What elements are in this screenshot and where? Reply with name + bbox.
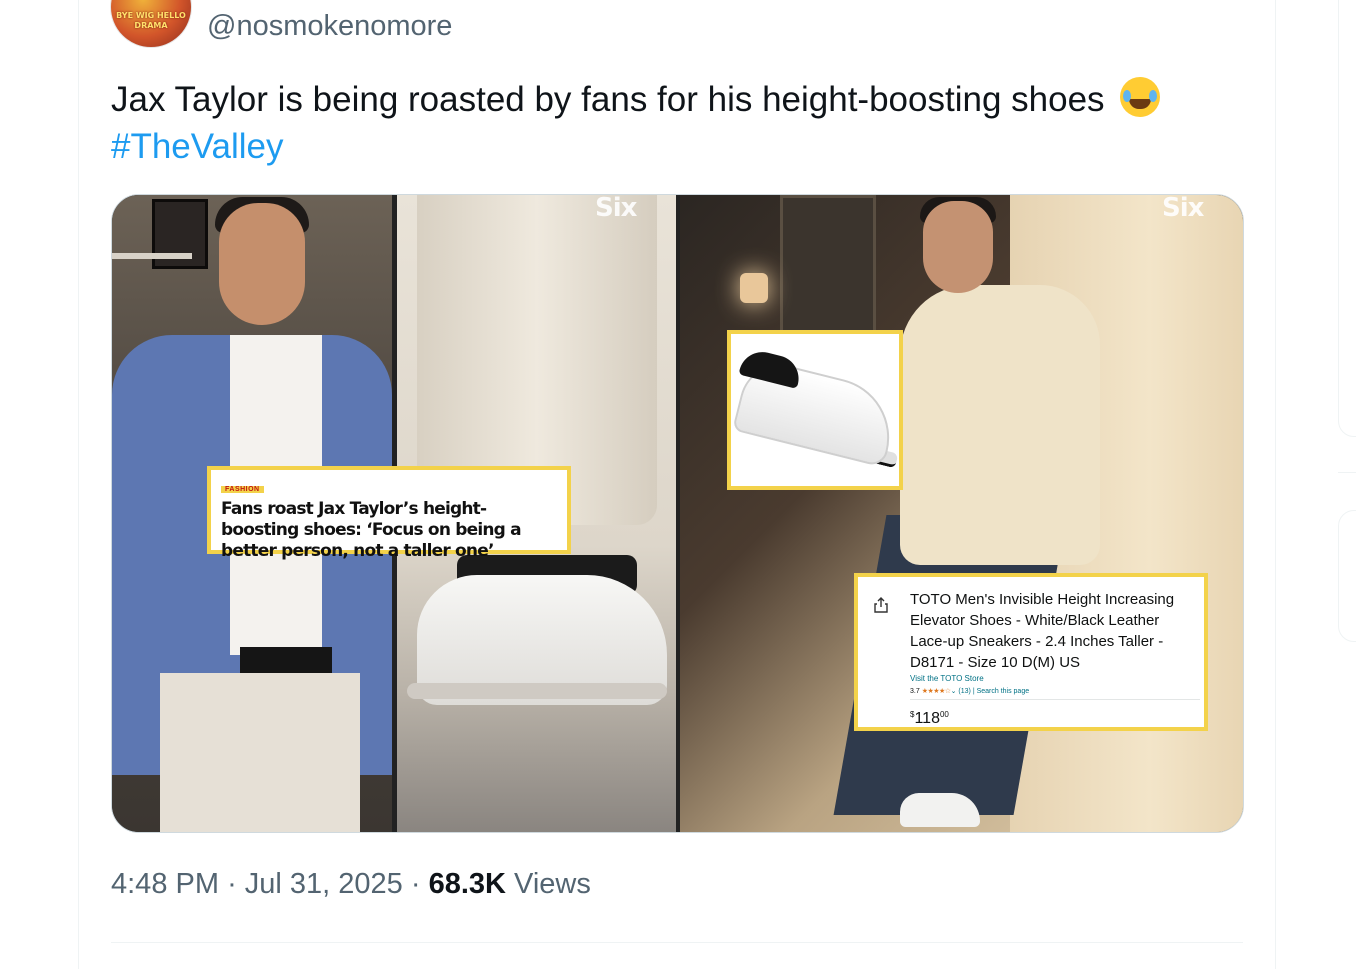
shoe-product-image xyxy=(727,330,903,490)
page-six-watermark: Six xyxy=(1162,195,1204,223)
product-price: $11800 xyxy=(910,710,949,727)
chevron-down-icon: ⌄ xyxy=(950,688,957,695)
product-rating-row: 3.7 ★★★★☆⌄ (13) | Search this page xyxy=(910,687,1029,695)
views-count[interactable]: 68.3K xyxy=(429,868,506,900)
review-count: (13) xyxy=(958,688,971,695)
product-title: TOTO Men's Invisible Height Increasing E… xyxy=(910,591,1175,671)
media-panel-full-body: Six xyxy=(680,195,1243,832)
product-divider xyxy=(910,699,1200,700)
tears-of-joy-emoji-icon xyxy=(1120,77,1161,117)
hashtag-link[interactable]: #TheValley xyxy=(111,127,284,166)
product-listing-callout: TOTO Men's Invisible Height Increasing E… xyxy=(854,573,1208,731)
sidebar-divider xyxy=(1338,472,1356,473)
tweet-body: Jax Taylor is being roasted by fans for … xyxy=(111,80,1105,119)
timeline-border-right xyxy=(1275,0,1276,969)
tweet-metadata: 4:48 PM · Jul 31, 2025 · 68.3K Views xyxy=(111,868,591,900)
tweet-text: Jax Taylor is being roasted by fans for … xyxy=(111,76,1251,170)
tweet-date[interactable]: Jul 31, 2025 xyxy=(245,868,403,900)
tweet-time[interactable]: 4:48 PM xyxy=(111,868,219,900)
timeline-border-left xyxy=(78,0,79,969)
divider xyxy=(111,942,1243,943)
sidebar-card xyxy=(1338,510,1356,642)
article-tag: FASHION xyxy=(221,486,264,493)
avatar[interactable]: BYE WIG HELLO DRAMA xyxy=(110,0,192,48)
views-label: Views xyxy=(514,868,591,900)
store-link: Visit the TOTO Store xyxy=(910,674,984,683)
article-headline-callout: FASHION Fans roast Jax Taylor’s height-b… xyxy=(207,466,571,561)
user-handle[interactable]: @nosmokenomore xyxy=(207,10,452,43)
rating-stars-icon: ★★★★☆ xyxy=(921,688,951,695)
display-name[interactable] xyxy=(205,0,355,2)
article-headline: Fans roast Jax Taylor’s height-boosting … xyxy=(221,499,522,561)
rating-value: 3.7 xyxy=(910,688,920,695)
avatar-logo-text: BYE WIG HELLO DRAMA xyxy=(116,11,186,30)
sidebar-card xyxy=(1338,0,1356,437)
search-page-link: Search this page xyxy=(976,688,1030,695)
share-icon xyxy=(874,597,888,613)
page-six-watermark: Six xyxy=(595,195,637,223)
